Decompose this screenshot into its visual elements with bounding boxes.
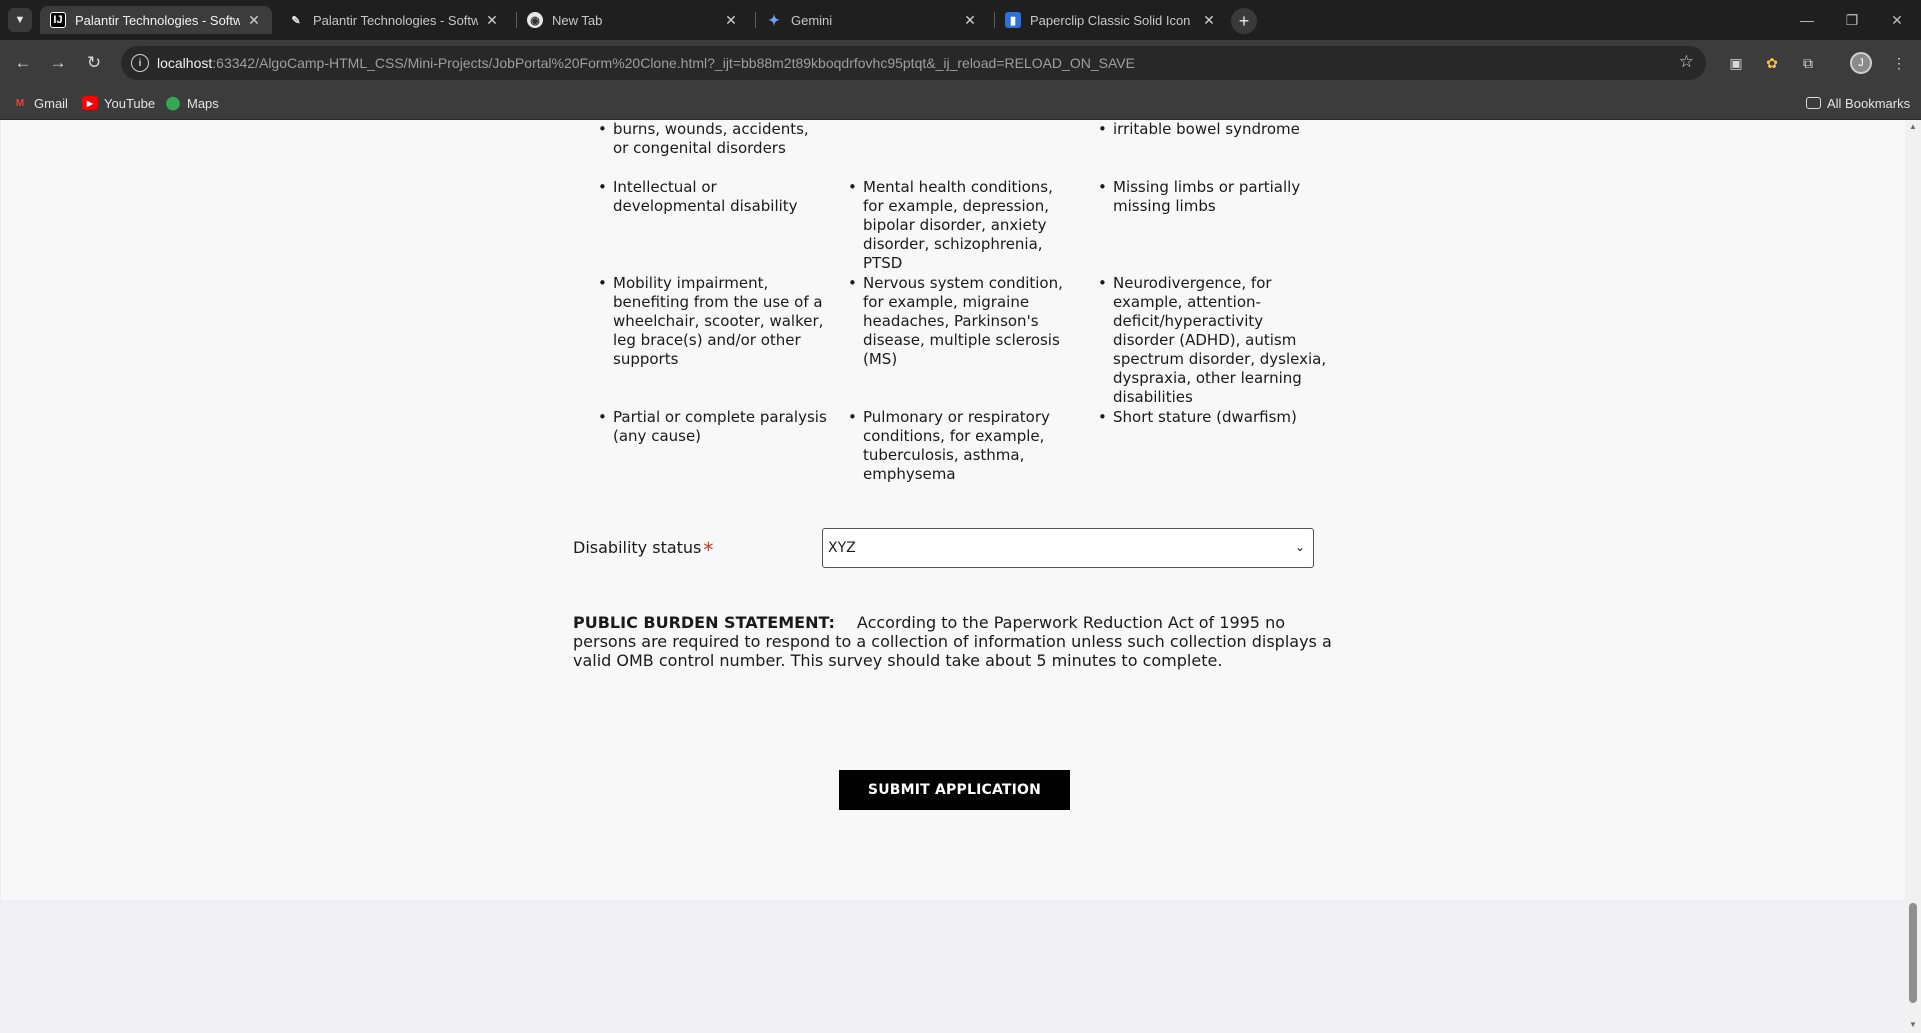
bookmark-icon: ▮ [1005,12,1021,28]
bookmark-youtube[interactable]: ▶ YouTube [82,94,155,112]
minimize-button[interactable]: — [1784,8,1830,32]
star-icon[interactable]: ☆ [1679,52,1694,72]
bookmark-label: Gmail [34,95,68,111]
gemini-star-icon: ✦ [768,11,780,28]
bookmark-label: YouTube [104,95,156,111]
close-icon[interactable]: ✕ [962,12,978,28]
forward-button[interactable]: → [45,50,71,76]
chrome-icon: ◉ [527,12,543,28]
chevron-down-icon: ⌄ [1294,540,1305,554]
gmail-icon: M [15,97,25,109]
select-value: XYZ [828,540,856,556]
required-asterisk: * [703,538,714,562]
close-icon: ✕ [1891,11,1903,28]
close-icon[interactable]: ✕ [484,12,500,28]
media-icon[interactable]: ▣ [1725,52,1747,74]
list-item: burns, wounds, accidents, or congenital … [595,120,827,158]
tab-title: Palantir Technologies - Software [75,12,240,28]
submit-application-button[interactable]: SUBMIT APPLICATION [839,770,1070,810]
all-bookmarks-label: All Bookmarks [1827,95,1911,111]
close-icon[interactable]: ✕ [1201,12,1217,28]
list-item: Neurodivergence, for example, attention-… [1095,274,1327,407]
burden-title: PUBLIC BURDEN STATEMENT: [573,613,835,632]
color-extension-icon[interactable]: ✿ [1761,52,1783,74]
chevron-down-icon: ▼ [14,14,26,26]
close-icon[interactable]: ✕ [723,12,739,28]
youtube-icon: ▶ [82,96,98,110]
reload-icon: ↻ [86,53,102,72]
restore-icon: ❐ [1845,11,1859,28]
list-item: Mobility impairment, benefiting from the… [595,274,827,369]
close-icon[interactable]: ✕ [246,12,262,28]
tab-new-tab[interactable]: ◉ New Tab ✕ [517,6,749,34]
list-item: Pulmonary or respiratory conditions, for… [845,408,1077,484]
scrollbar-thumb[interactable] [1909,903,1917,1003]
avatar[interactable]: J [1850,52,1872,74]
list-item: Intellectual or developmental disability [595,178,827,216]
page-scrollbar[interactable]: ▲ ▼ [1905,120,1921,1033]
scroll-up-icon[interactable]: ▲ [1908,122,1918,132]
extensions-icon[interactable]: ⧉ [1797,52,1819,74]
public-burden-statement: PUBLIC BURDEN STATEMENT: According to the… [573,613,1343,670]
folder-icon [1806,97,1821,109]
all-bookmarks[interactable]: All Bookmarks [1806,94,1910,112]
list-item: Nervous system condition, for example, m… [845,274,1077,369]
intellij-icon: IJ [50,12,66,28]
address-path: :63342/AlgoCamp-HTML_CSS/Mini-Projects/J… [212,55,1135,71]
tab-title: Gemini [791,12,833,28]
scroll-down-icon[interactable]: ▼ [1908,1020,1918,1030]
tab-paperclip[interactable]: ▮ Paperclip Classic Solid Icon | Fo ✕ [995,6,1227,34]
bookmark-label: Maps [187,95,219,111]
address-bar[interactable]: i localhost:63342/AlgoCamp-HTML_CSS/Mini… [121,46,1706,80]
tab-palantir[interactable]: ✎ Palantir Technologies - Software ✕ [278,6,510,34]
tab-gemini[interactable]: ✦ Gemini ✕ [756,6,988,34]
tab-title: New Tab [552,12,603,28]
tab-strip: ▼ IJ Palantir Technologies - Software ✕ … [0,0,1921,40]
job-application-form: burns, wounds, accidents, or congenital … [1,120,1905,900]
arrow-left-icon: ← [14,53,32,72]
info-icon[interactable]: i [131,54,149,72]
address-host: localhost [157,55,213,71]
window-close-button[interactable]: ✕ [1874,8,1920,32]
address-url[interactable]: localhost:63342/AlgoCamp-HTML_CSS/Mini-P… [157,55,1135,71]
tab-search-button[interactable]: ▼ [8,8,32,32]
menu-kebab-icon[interactable]: ⋮ [1888,52,1910,74]
list-item: Short stature (dwarfism) [1095,408,1327,427]
minimize-icon: — [1800,12,1814,28]
pen-icon: ✎ [291,14,301,27]
list-item: irritable bowel syndrome [1095,120,1327,139]
disability-status-select[interactable]: XYZ ⌄ [822,528,1314,568]
tab-title: Paperclip Classic Solid Icon | Fo [1030,12,1195,28]
restore-button[interactable]: ❐ [1829,8,1875,32]
reload-button[interactable]: ↻ [81,50,107,76]
plus-icon: + [1238,10,1250,31]
bookmarks-bar: M Gmail ▶ YouTube ⬤ Maps All Bookmarks [0,86,1921,120]
bookmark-maps[interactable]: ⬤ Maps [165,94,219,112]
page-viewport: burns, wounds, accidents, or congenital … [0,120,1905,1033]
bookmark-gmail[interactable]: M Gmail [12,94,68,112]
tab-palantir-active[interactable]: IJ Palantir Technologies - Software ✕ [40,6,272,34]
list-item: Mental health conditions, for example, d… [845,178,1077,273]
disability-status-label: Disability status * [573,538,714,562]
maps-pin-icon: ⬤ [165,95,181,110]
tab-title: Palantir Technologies - Software [313,12,478,28]
arrow-right-icon: → [49,53,67,72]
list-item: Partial or complete paralysis (any cause… [595,408,827,446]
new-tab-button[interactable]: + [1231,8,1257,34]
back-button[interactable]: ← [10,50,36,76]
browser-toolbar: ← → ↻ i localhost:63342/AlgoCamp-HTML_CS… [0,40,1921,86]
list-item: Missing limbs or partially missing limbs [1095,178,1327,216]
